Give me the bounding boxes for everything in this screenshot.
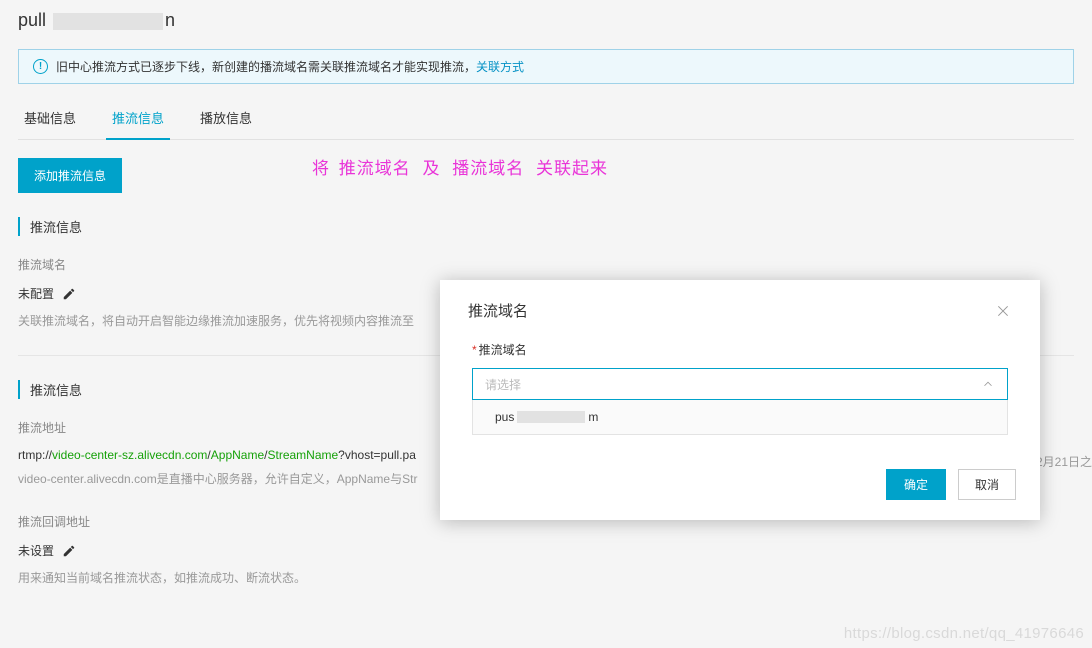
notice-bar: ! 旧中心推流方式已逐步下线，新创建的播流域名需关联推流域名才能实现推流，关联方…	[18, 49, 1074, 84]
field-label-push-domain: 推流域名	[18, 256, 1074, 273]
section-header-1: 推流信息	[18, 217, 1074, 236]
modal-push-domain: 推流域名 *推流域名 请选择 pus m	[440, 280, 1040, 520]
notice-msg: 旧中心推流方式已逐步下线，新创建的播流域名需关联推流域名才能实现推流，	[56, 60, 476, 74]
title-suffix: n	[165, 10, 175, 30]
notice-link[interactable]: 关联方式	[476, 60, 524, 74]
tab-play-info[interactable]: 播放信息	[200, 98, 252, 139]
url-query: ?vhost=pull.pa	[338, 448, 416, 462]
modal-title: 推流域名	[468, 300, 528, 321]
push-domain-select[interactable]: 请选择	[472, 368, 1008, 400]
modal-cancel-button[interactable]: 取消	[958, 469, 1016, 500]
modal-ok-button[interactable]: 确定	[886, 469, 946, 500]
field-value-callback: 未设置	[18, 542, 1074, 559]
option-masked	[517, 411, 585, 423]
add-push-button[interactable]: 添加推流信息	[18, 158, 122, 193]
tab-push-info[interactable]: 推流信息	[112, 98, 164, 139]
push-domain-value: 未配置	[18, 285, 54, 302]
url-protocol: rtmp://	[18, 448, 52, 462]
info-icon: !	[33, 59, 48, 74]
select-placeholder: 请选择	[485, 376, 521, 393]
annotation-text: 将 推流域名 及 播流域名 关联起来	[312, 154, 611, 179]
callback-desc: 用来通知当前域名推流状态，如推流成功、断流状态。	[18, 569, 1074, 588]
modal-field-label: *推流域名	[472, 341, 1008, 358]
notice-text: 旧中心推流方式已逐步下线，新创建的播流域名需关联推流域名才能实现推流，关联方式	[56, 58, 524, 75]
edit-push-domain-icon[interactable]	[62, 287, 76, 301]
tab-basic-info[interactable]: 基础信息	[24, 98, 76, 139]
option-suffix: m	[588, 410, 598, 424]
page-title: pull n	[18, 10, 1074, 31]
dropdown-option[interactable]: pus m	[473, 400, 1007, 434]
tabs: 基础信息 推流信息 播放信息	[18, 98, 1074, 140]
title-masked	[53, 13, 163, 30]
url-host: video-center-sz.alivecdn.com	[52, 448, 207, 462]
url-streamname: StreamName	[267, 448, 338, 462]
title-prefix: pull	[18, 10, 46, 30]
edit-callback-icon[interactable]	[62, 544, 76, 558]
modal-close-button[interactable]	[994, 302, 1012, 320]
modal-label-text: 推流域名	[479, 343, 527, 357]
watermark: https://blog.csdn.net/qq_41976646	[844, 625, 1084, 642]
url-appname: AppName	[211, 448, 264, 462]
option-prefix: pus	[495, 410, 514, 424]
callback-value: 未设置	[18, 542, 54, 559]
select-dropdown: pus m	[472, 400, 1008, 435]
chevron-up-icon	[981, 377, 995, 391]
